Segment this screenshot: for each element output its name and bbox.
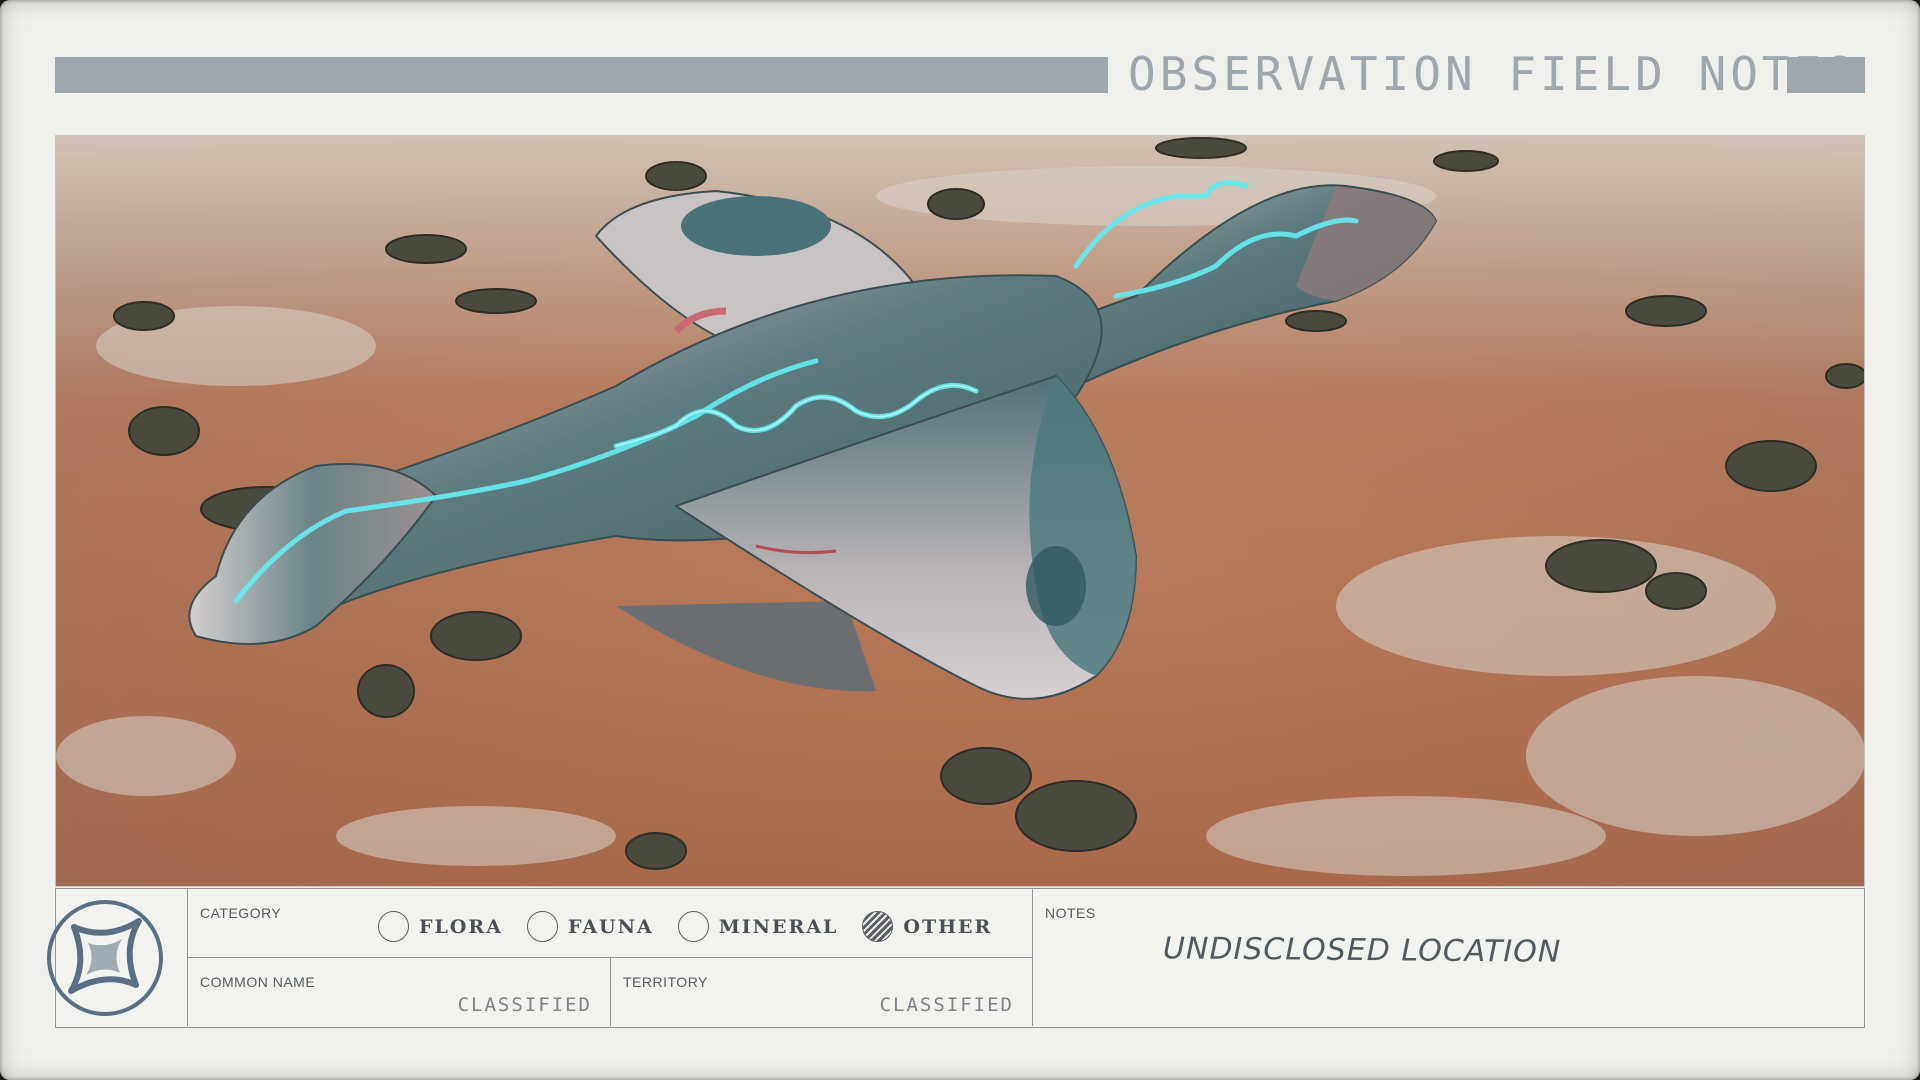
category-label: CATEGORY [200,905,282,921]
category-cell: CATEGORY FLORA FAUNA MINERAL OTHER [188,889,1033,958]
fauna-label: FAUNA [567,915,654,938]
notes-label: NOTES [1045,905,1096,921]
header-bar-left [55,57,1108,93]
territory-value: CLASSIFIED [879,994,1014,1016]
flora-label: FLORA [419,915,503,938]
field-notes-card: OBSERVATION FIELD NOTES CATEGORY FLORA F… [0,0,1920,1080]
page-title: OBSERVATION FIELD NOTES [1128,47,1857,101]
notes-cell: NOTES UNDISCLOSED LOCATION [1033,889,1863,1026]
other-label: OTHER [903,915,993,938]
mineral-label: MINERAL [718,915,839,938]
category-option-other[interactable]: OTHER [862,911,992,942]
fauna-radio[interactable] [526,911,558,942]
creature-photo-image [56,136,1864,886]
category-options: FLORA FAUNA MINERAL OTHER [378,911,1016,942]
common-name-cell: COMMON NAME CLASSIFIED [188,958,611,1026]
observation-info-table: CATEGORY FLORA FAUNA MINERAL OTHER COMMO… [47,888,1865,1028]
constellation-star-icon [47,900,163,1016]
notes-value: UNDISCLOSED LOCATION [1162,931,1562,970]
observation-photo [55,135,1865,887]
territory-cell: TERRITORY CLASSIFIED [611,958,1033,1026]
logo-cell [47,889,188,1026]
category-option-fauna[interactable]: FAUNA [526,911,654,942]
territory-label: TERRITORY [623,974,708,990]
header-bar-right [1787,57,1865,93]
common-name-label: COMMON NAME [200,974,316,990]
flora-radio[interactable] [378,911,409,942]
mineral-radio[interactable] [677,911,709,942]
common-name-value: CLASSIFIED [457,994,592,1016]
category-option-mineral[interactable]: MINERAL [677,911,839,942]
category-option-flora[interactable]: FLORA [378,911,503,942]
other-radio-checked[interactable] [862,911,894,942]
